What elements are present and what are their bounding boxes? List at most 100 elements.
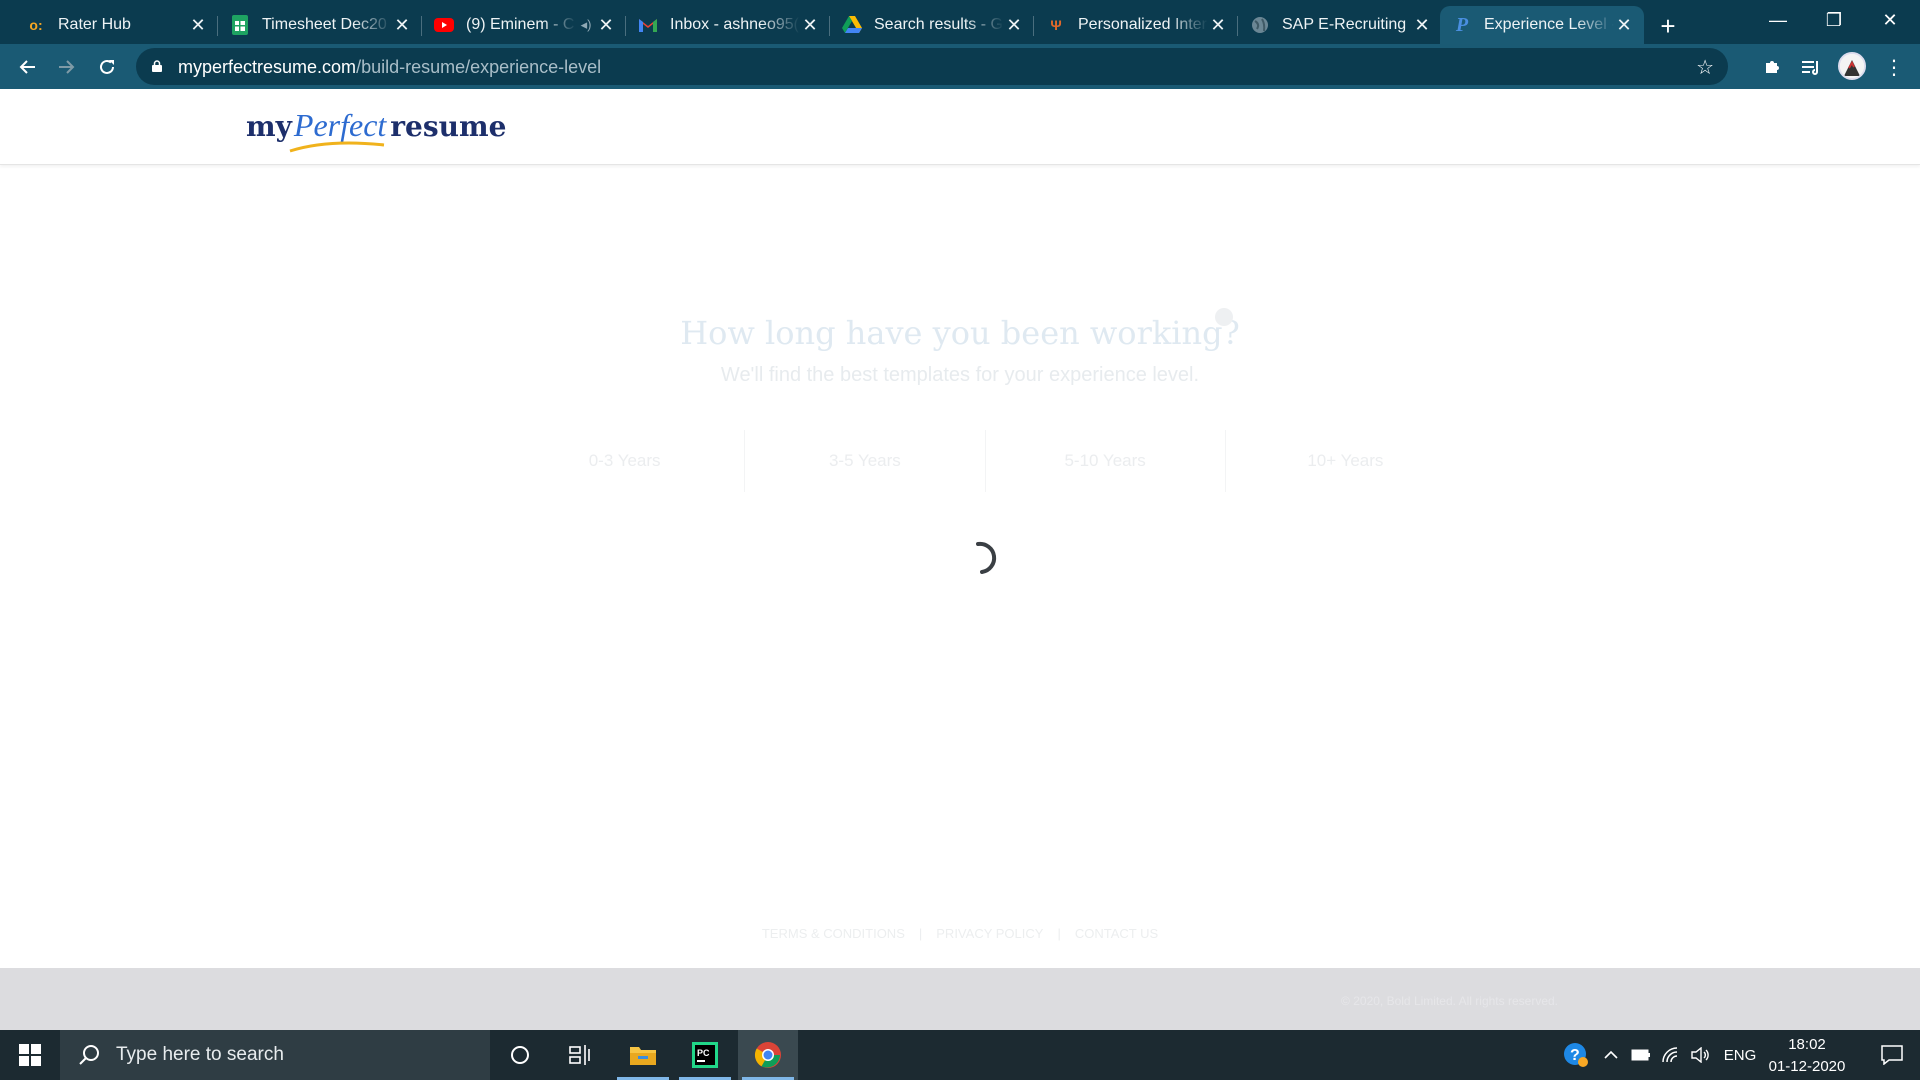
globe-icon [1250, 15, 1270, 35]
search-icon [79, 1045, 99, 1065]
tab-google-drive[interactable]: Search results - Go ✕ [830, 6, 1034, 44]
close-icon[interactable]: ✕ [188, 15, 208, 35]
experience-level-page: How long have you been working? We'll fi… [0, 166, 1920, 968]
start-button[interactable] [0, 1030, 60, 1080]
cortana-button[interactable] [490, 1030, 550, 1080]
new-tab-button[interactable]: + [1652, 10, 1684, 42]
copyright-text: © 2020, Bold Limited. All rights reserve… [1341, 994, 1558, 1008]
option-3-5-years[interactable]: 3-5 Years [745, 430, 986, 492]
gmail-icon [638, 15, 658, 35]
interview-icon: Ψ [1050, 17, 1062, 33]
tab-personalized-interview[interactable]: Ψ Personalized Interr ✕ [1034, 6, 1238, 44]
logo-perfect: Perfect [293, 107, 387, 143]
tab-title: Search results - Go [874, 16, 1004, 33]
google-sheets-icon [230, 15, 250, 35]
reload-icon [100, 59, 114, 74]
loading-spinner-icon [976, 541, 997, 574]
tab-title: Rater Hub [58, 16, 131, 33]
media-control-icon[interactable] [1796, 51, 1828, 83]
volume-icon[interactable] [1688, 1030, 1714, 1080]
profile-avatar[interactable] [1838, 52, 1866, 80]
chrome-menu-icon[interactable]: ⋮ [1878, 51, 1910, 83]
close-icon[interactable]: ✕ [596, 15, 616, 35]
file-explorer-button[interactable] [613, 1030, 673, 1080]
system-clock[interactable]: 18:02 01-12-2020 [1764, 1034, 1850, 1078]
close-icon[interactable]: ✕ [1004, 15, 1024, 35]
show-hidden-icons-chevron-icon[interactable] [1598, 1030, 1624, 1080]
help-tray-icon[interactable]: ? [1560, 1030, 1592, 1080]
close-icon[interactable]: ✕ [800, 15, 820, 35]
address-bar[interactable]: myperfectresume.com/build-resume/experie… [136, 48, 1728, 85]
option-0-3-years[interactable]: 0-3 Years [505, 430, 746, 492]
forward-button[interactable] [50, 50, 84, 84]
site-header: my Perfect resume [0, 89, 1920, 165]
experience-options: 0-3 Years 3-5 Years 5-10 Years 10+ Years [505, 430, 1465, 492]
info-icon[interactable] [1215, 308, 1233, 326]
svg-text:PC: PC [697, 1048, 710, 1058]
tab-title: Experience Level - [1484, 16, 1614, 33]
youtube-icon [434, 15, 454, 35]
tab-experience-level[interactable]: P Experience Level - ✕ [1440, 6, 1644, 44]
clock-date: 01-12-2020 [1768, 1058, 1846, 1075]
page-question: How long have you been working? [680, 314, 1240, 352]
windows-logo-icon [19, 1044, 41, 1066]
action-center-button[interactable] [1864, 1030, 1920, 1080]
back-arrow-icon [19, 60, 35, 74]
battery-icon[interactable] [1628, 1030, 1654, 1080]
pycharm-icon: PC [692, 1042, 718, 1068]
extensions-puzzle-icon[interactable] [1756, 51, 1788, 83]
myperfectresume-icon: P [1455, 13, 1469, 36]
tab-timesheet[interactable]: Timesheet Dec20 - ✕ [218, 6, 422, 44]
chrome-taskbar-button[interactable] [738, 1030, 798, 1080]
forward-arrow-icon [59, 60, 75, 74]
folder-icon [630, 1047, 656, 1065]
search-placeholder: Type here to search [116, 1044, 284, 1065]
reload-button[interactable] [90, 50, 124, 84]
tab-strip: o: Rater Hub ✕ Timesheet Dec20 - ✕ (9) E… [0, 0, 1920, 44]
tab-title: Personalized Interr [1078, 16, 1208, 33]
chrome-icon [754, 1042, 781, 1068]
restore-button[interactable]: ❐ [1806, 0, 1862, 40]
pycharm-button[interactable]: PC [675, 1030, 735, 1080]
privacy-link[interactable]: PRIVACY POLICY [922, 926, 1057, 941]
google-drive-icon [842, 15, 862, 35]
close-window-button[interactable]: ✕ [1862, 0, 1918, 40]
footer-links: TERMS & CONDITIONS | PRIVACY POLICY | CO… [0, 926, 1920, 941]
url-path: /build-resume/experience-level [356, 57, 602, 77]
tab-title: Timesheet Dec20 - [262, 16, 392, 33]
task-view-icon [569, 1045, 590, 1065]
tab-title: (9) Eminem - C [466, 16, 575, 33]
option-10-plus-years[interactable]: 10+ Years [1226, 430, 1465, 492]
tab-title: Inbox - ashneo95( [670, 16, 799, 33]
url-domain: myperfectresume.com [178, 57, 357, 77]
notification-icon [1881, 1045, 1903, 1065]
logo-resume: resume [390, 110, 507, 143]
contact-link[interactable]: CONTACT US [1061, 926, 1172, 941]
taskbar-search-box[interactable]: Type here to search [60, 1030, 490, 1080]
back-button[interactable] [10, 50, 44, 84]
tab-rater-hub[interactable]: o: Rater Hub ✕ [14, 6, 218, 44]
option-5-10-years[interactable]: 5-10 Years [986, 430, 1226, 492]
task-view-button[interactable] [550, 1030, 610, 1080]
mute-icon[interactable]: ◂) [576, 15, 596, 35]
tab-youtube[interactable]: (9) Eminem - C ◂) ✕ [422, 6, 626, 44]
logo-swoosh-icon [289, 141, 385, 153]
rater-hub-icon: o: [29, 17, 43, 33]
terms-link[interactable]: TERMS & CONDITIONS [748, 926, 919, 941]
browser-toolbar: myperfectresume.com/build-resume/experie… [0, 44, 1920, 89]
wifi-icon[interactable] [1658, 1030, 1684, 1080]
myperfectresume-logo[interactable]: my Perfect resume [246, 107, 507, 153]
clock-time: 18:02 [1788, 1036, 1826, 1053]
logo-my: my [246, 110, 292, 143]
minimize-button[interactable]: — [1750, 0, 1806, 40]
bookmark-star-icon[interactable]: ☆ [1696, 55, 1714, 80]
close-icon[interactable]: ✕ [1614, 15, 1634, 35]
language-indicator[interactable]: ENG [1720, 1030, 1760, 1080]
tab-gmail[interactable]: Inbox - ashneo95( ✕ [626, 6, 830, 44]
lock-icon [152, 60, 162, 72]
close-icon[interactable]: ✕ [1412, 15, 1432, 35]
tab-sap-erecruiting[interactable]: SAP E-Recruiting ✕ [1238, 6, 1442, 44]
close-icon[interactable]: ✕ [392, 15, 412, 35]
page-subtitle: We'll find the best templates for your e… [720, 364, 1200, 386]
close-icon[interactable]: ✕ [1208, 15, 1228, 35]
